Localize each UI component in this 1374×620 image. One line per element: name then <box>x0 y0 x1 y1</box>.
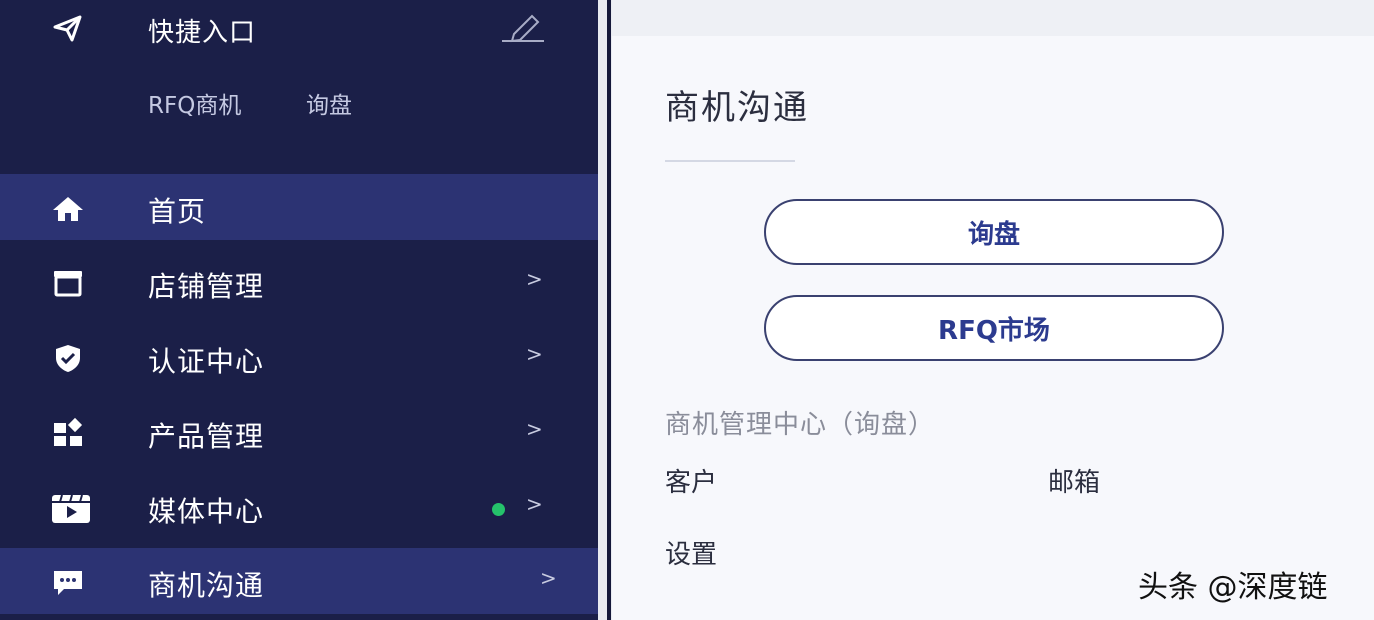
chevron-right-icon: > <box>526 492 543 516</box>
notification-dot <box>492 503 505 516</box>
submenu-panel: 商机沟通 询盘 RFQ市场 商机管理中心（询盘） 客户 邮箱 设置 <box>612 0 1374 620</box>
nav-item-business-communication[interactable]: 商机沟通 > <box>0 548 598 614</box>
home-icon <box>50 191 86 225</box>
send-icon <box>52 14 84 42</box>
nav-label-home: 首页 <box>148 195 207 228</box>
panel-title: 商机沟通 <box>665 88 809 128</box>
chevron-right-icon: > <box>540 566 557 590</box>
rfq-market-button[interactable]: RFQ市场 <box>764 295 1224 361</box>
nav-item-home[interactable]: 首页 <box>0 174 598 240</box>
nav-item-certification[interactable]: 认证中心 > <box>0 324 598 390</box>
store-icon <box>50 266 86 300</box>
section-title: 商机管理中心（询盘） <box>665 410 936 440</box>
panel-topbar <box>612 0 1374 36</box>
nav-label-store: 店铺管理 <box>148 270 265 303</box>
mailbox-link[interactable]: 邮箱 <box>1048 462 1100 499</box>
watermark: 头条 @深度链 <box>1138 570 1328 605</box>
quick-access-header: 快捷入口 <box>0 0 598 60</box>
edit-icon[interactable] <box>500 10 546 44</box>
nav-item-media[interactable]: 媒体中心 > <box>0 474 598 540</box>
nav-label-certification: 认证中心 <box>148 345 265 378</box>
chevron-right-icon: > <box>526 417 543 441</box>
nav-item-products[interactable]: 产品管理 > <box>0 399 598 465</box>
customer-link[interactable]: 客户 <box>665 462 717 499</box>
nav-label-products: 产品管理 <box>148 420 265 453</box>
quick-access-title: 快捷入口 <box>148 18 257 48</box>
settings-link[interactable]: 设置 <box>665 534 717 571</box>
quick-link-inquiry[interactable]: 询盘 <box>306 86 352 120</box>
inquiry-button[interactable]: 询盘 <box>764 199 1224 265</box>
shield-icon <box>50 341 86 375</box>
chevron-right-icon: > <box>526 267 543 291</box>
message-icon <box>50 565 86 599</box>
video-icon <box>50 491 90 525</box>
quick-link-rfq[interactable]: RFQ商机 <box>148 86 241 120</box>
sidebar: 快捷入口 RFQ商机 询盘 首页 店铺管理 > 认证中心 > 产品管理 > 媒体… <box>0 0 598 620</box>
grid-icon <box>50 416 86 450</box>
panel-divider <box>607 0 611 620</box>
nav-item-store[interactable]: 店铺管理 > <box>0 249 598 315</box>
chevron-right-icon: > <box>526 342 543 366</box>
nav-label-business-communication: 商机沟通 <box>148 569 265 602</box>
nav-label-media: 媒体中心 <box>148 495 265 528</box>
panel-title-underline <box>665 160 795 162</box>
